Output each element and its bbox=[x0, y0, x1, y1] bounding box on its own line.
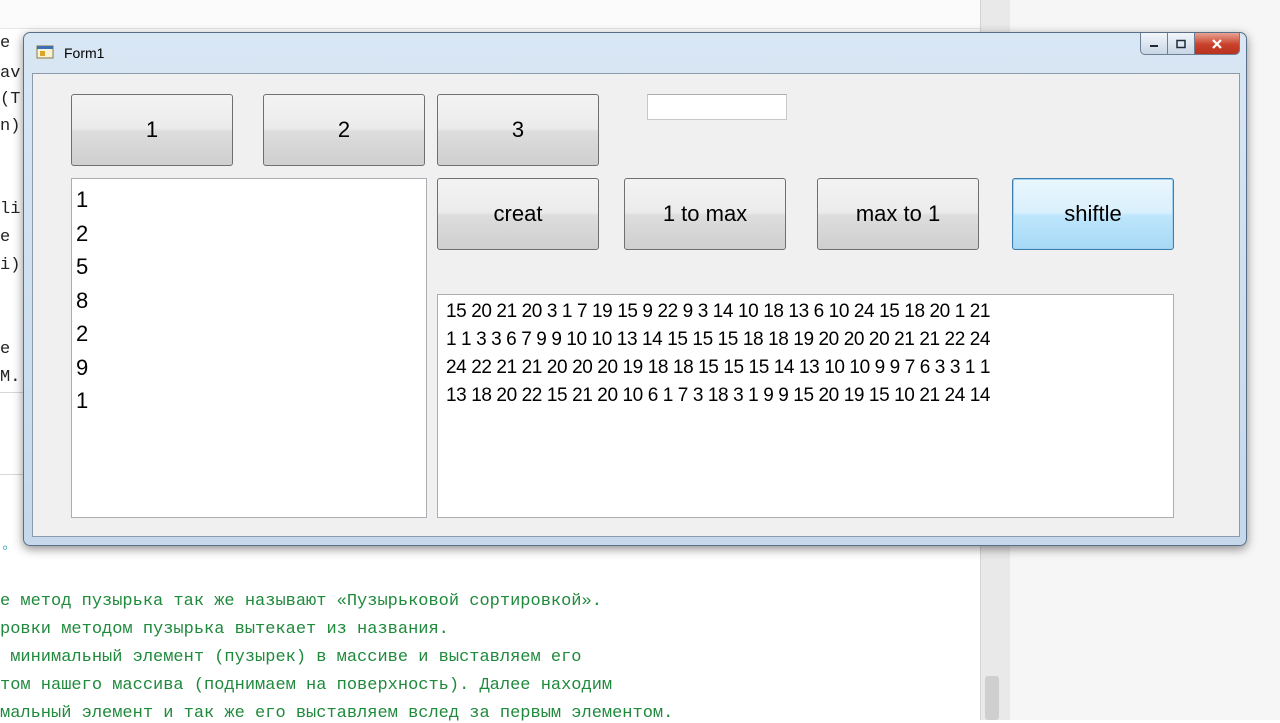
creat-button[interactable]: creat bbox=[437, 178, 599, 250]
editor-collapse-marker: ◦ bbox=[0, 540, 11, 559]
listbox-item[interactable]: 1 bbox=[76, 183, 422, 217]
comment-line: том нашего массива (поднимаем на поверхн… bbox=[0, 676, 613, 695]
listbox-item[interactable]: 9 bbox=[76, 351, 422, 385]
output-textbox[interactable]: 15 20 21 20 3 1 7 19 15 9 22 9 3 14 10 1… bbox=[437, 294, 1174, 518]
minimize-icon bbox=[1150, 44, 1158, 47]
numbers-listbox[interactable]: 1 2 5 8 2 9 1 bbox=[71, 178, 427, 518]
one-to-max-button[interactable]: 1 to max bbox=[624, 178, 786, 250]
close-button[interactable] bbox=[1195, 33, 1240, 55]
button-2[interactable]: 2 bbox=[263, 94, 425, 166]
form-client-area: 1 2 3 1 2 5 8 2 9 1 creat 1 to max max t… bbox=[32, 73, 1240, 537]
max-to-one-button[interactable]: max to 1 bbox=[817, 178, 979, 250]
editor-scrollbar-thumb[interactable] bbox=[985, 676, 999, 720]
listbox-item[interactable]: 1 bbox=[76, 384, 422, 418]
shuffle-button[interactable]: shiftle bbox=[1012, 178, 1174, 250]
code-fragment: li bbox=[0, 200, 21, 219]
output-line: 13 18 20 22 15 21 20 10 6 1 7 3 18 3 1 9… bbox=[446, 385, 991, 406]
code-fragment: e bbox=[0, 34, 11, 53]
listbox-item[interactable]: 2 bbox=[76, 317, 422, 351]
editor-top-strip bbox=[0, 0, 980, 29]
output-line: 1 1 3 3 6 7 9 9 10 10 13 14 15 15 15 18 … bbox=[446, 329, 991, 350]
code-fragment: av bbox=[0, 64, 21, 83]
form1-window: Form1 1 2 3 1 2 5 8 2 9 1 creat 1 to max… bbox=[23, 32, 1247, 546]
output-line: 15 20 21 20 3 1 7 19 15 9 22 9 3 14 10 1… bbox=[446, 301, 991, 322]
code-fragment: M. bbox=[0, 368, 21, 387]
code-fragment: e bbox=[0, 340, 11, 359]
code-fragment: (T bbox=[0, 90, 21, 109]
code-fragment: e bbox=[0, 228, 11, 247]
code-fragment: n) bbox=[0, 117, 21, 136]
button-1[interactable]: 1 bbox=[71, 94, 233, 166]
button-3[interactable]: 3 bbox=[437, 94, 599, 166]
comment-line: минимальный элемент (пузырек) в массиве … bbox=[0, 648, 582, 667]
maximize-icon bbox=[1176, 39, 1186, 48]
form-app-icon bbox=[36, 45, 54, 59]
title-bar[interactable]: Form1 bbox=[24, 33, 1246, 71]
close-icon bbox=[1212, 38, 1222, 49]
window-controls bbox=[1140, 33, 1240, 55]
comment-line: мальный элемент и так же его выставляем … bbox=[0, 704, 674, 723]
comment-line: е метод пузырька так же называют «Пузырь… bbox=[0, 592, 602, 611]
window-title: Form1 bbox=[64, 45, 105, 61]
minimize-button[interactable] bbox=[1140, 33, 1168, 55]
value-textbox[interactable] bbox=[647, 94, 787, 120]
code-fragment: i) bbox=[0, 256, 21, 275]
listbox-item[interactable]: 8 bbox=[76, 284, 422, 318]
listbox-item[interactable]: 5 bbox=[76, 250, 422, 284]
maximize-button[interactable] bbox=[1168, 33, 1195, 55]
comment-line: ровки методом пузырька вытекает из назва… bbox=[0, 620, 449, 639]
output-line: 24 22 21 21 20 20 20 19 18 18 15 15 15 1… bbox=[446, 357, 991, 378]
listbox-item[interactable]: 2 bbox=[76, 217, 422, 251]
